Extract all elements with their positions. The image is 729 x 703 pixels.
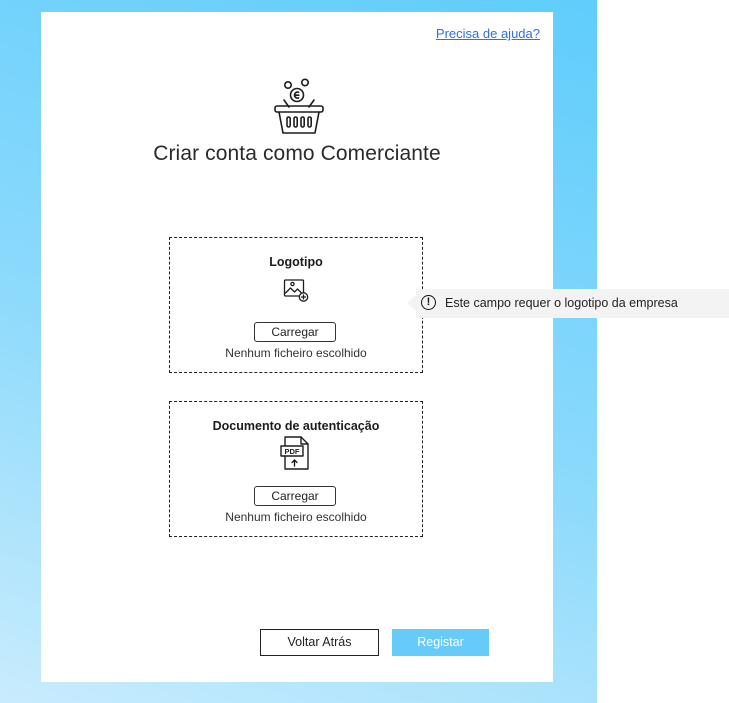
auth-document-upload-box: Documento de autenticação PDF Carregar N… [169, 401, 423, 537]
help-link[interactable]: Precisa de ajuda? [436, 26, 540, 41]
pdf-upload-icon: PDF [280, 436, 309, 470]
signup-card: Precisa de ajuda? Criar conta como Comer… [41, 12, 553, 682]
logo-upload-button[interactable]: Carregar [254, 322, 336, 342]
back-button[interactable]: Voltar Atrás [260, 629, 379, 656]
image-add-icon [283, 279, 309, 302]
logo-upload-box: Logotipo Carregar Nenhum ficheiro escolh… [169, 237, 423, 373]
auth-document-upload-label: Documento de autenticação [212, 419, 380, 433]
page-title: Criar conta como Comerciante [153, 142, 441, 165]
validation-tooltip: ! Este campo requer o logotipo da empres… [407, 289, 729, 318]
auth-document-upload-button[interactable]: Carregar [254, 486, 336, 506]
register-button[interactable]: Registar [392, 629, 489, 656]
logo-upload-label: Logotipo [269, 255, 323, 269]
exclamation-circle-icon: ! [421, 295, 436, 310]
basket-with-coins-icon [274, 78, 324, 134]
logo-upload-status: Nenhum ficheiro escolhido [225, 346, 367, 360]
validation-tooltip-text: Este campo requer o logotipo da empresa [445, 296, 678, 310]
pdf-icon-text: PDF [285, 447, 300, 456]
auth-document-upload-status: Nenhum ficheiro escolhido [225, 510, 367, 524]
